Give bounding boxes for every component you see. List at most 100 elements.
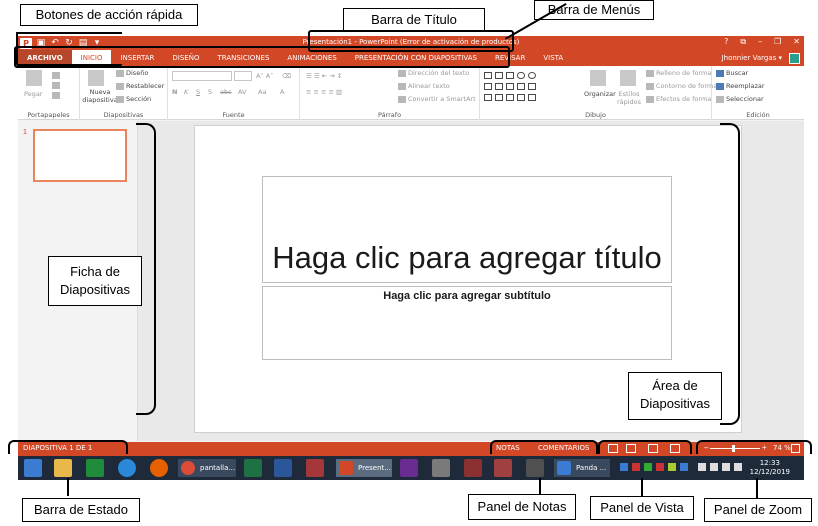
paste-icon[interactable] (26, 70, 42, 86)
app-icon[interactable] (400, 459, 418, 477)
firefox-icon[interactable] (150, 459, 168, 477)
restore-icon[interactable]: ❐ (774, 37, 781, 47)
shapes-gallery[interactable] (484, 70, 560, 104)
shape-icon[interactable] (484, 83, 492, 90)
change-case-button[interactable]: Aa (258, 88, 266, 96)
quick-styles-icon[interactable] (620, 70, 636, 86)
effects-icon (646, 95, 654, 103)
shape-icon[interactable] (517, 94, 525, 101)
thumbnail-number: 1 (23, 129, 27, 136)
quick-styles-button[interactable]: Estilos rápidos (616, 90, 642, 106)
copy-icon[interactable] (52, 82, 60, 89)
clear-format-icon[interactable]: ⌫ (282, 72, 291, 80)
tray-icon[interactable] (620, 463, 628, 471)
shadow-button[interactable]: S (208, 88, 212, 96)
font-size-input[interactable] (234, 71, 252, 81)
minimize-icon[interactable]: – (758, 37, 762, 47)
italic-button[interactable]: K (184, 88, 188, 96)
cut-icon[interactable] (52, 72, 60, 79)
spacing-button[interactable]: AV (238, 88, 246, 96)
shape-icon[interactable] (495, 83, 503, 90)
arrange-button[interactable]: Organizar (584, 90, 616, 98)
shape-icon[interactable] (528, 94, 536, 101)
layout-icon (116, 69, 124, 77)
shape-outline-button[interactable]: Contorno de forma (646, 82, 717, 90)
user-name[interactable]: Jhonnier Vargas ▾ (722, 50, 782, 66)
shape-effects-button[interactable]: Efectos de forma (646, 95, 711, 103)
battery-icon[interactable] (734, 463, 742, 471)
grow-font-icon[interactable]: A˄ A˅ (256, 72, 273, 80)
shape-icon[interactable] (495, 72, 503, 79)
shape-icon[interactable] (517, 72, 525, 79)
annotation-bracket (598, 440, 692, 454)
start-icon[interactable] (24, 459, 42, 477)
shape-icon[interactable] (528, 83, 536, 90)
tray-icon[interactable] (632, 463, 640, 471)
shape-icon[interactable] (506, 83, 514, 90)
app-icon[interactable] (494, 459, 512, 477)
smartart-button[interactable]: Convertir a SmartArt (398, 95, 476, 103)
tab-vista[interactable]: VISTA (534, 50, 572, 66)
align-text-icon (398, 82, 406, 90)
taskbar-app-powerpoint[interactable]: Present... (336, 459, 392, 477)
bold-button[interactable]: N (172, 88, 177, 96)
tray-icon[interactable] (644, 463, 652, 471)
file-explorer-icon[interactable] (54, 459, 72, 477)
tray-icon[interactable] (656, 463, 664, 471)
replace-icon (716, 82, 724, 90)
align-text-button[interactable]: Alinear texto (398, 82, 450, 90)
underline-button[interactable]: S (196, 88, 200, 96)
shape-icon[interactable] (506, 72, 514, 79)
slide-thumbnail[interactable] (33, 129, 127, 182)
tray-icon[interactable] (680, 463, 688, 471)
shape-fill-button[interactable]: Relleno de forma (646, 69, 711, 77)
shape-icon[interactable] (517, 83, 525, 90)
word-icon[interactable] (274, 459, 292, 477)
tray-icon[interactable] (668, 463, 676, 471)
clock[interactable]: 12:33 12/12/2019 (750, 459, 790, 477)
app-icon[interactable] (464, 459, 482, 477)
shape-icon[interactable] (495, 94, 503, 101)
access-icon[interactable] (306, 459, 324, 477)
taskbar-app-panda[interactable]: Panda ... (554, 459, 610, 477)
format-painter-icon[interactable] (52, 92, 60, 99)
find-button[interactable]: Buscar (716, 69, 748, 77)
section-button[interactable]: Sección (116, 95, 151, 103)
font-color-icon[interactable]: A (280, 88, 284, 96)
font-name-input[interactable] (172, 71, 232, 81)
excel-icon[interactable] (244, 459, 262, 477)
shape-icon[interactable] (528, 72, 536, 79)
layout-button[interactable]: Diseño (116, 69, 148, 77)
taskbar-app-chrome[interactable]: pantalla... (178, 459, 236, 477)
text-direction-button[interactable]: Dirección del texto (398, 69, 469, 77)
strikethrough-button[interactable]: abc (220, 88, 232, 96)
wifi-icon[interactable] (698, 463, 706, 471)
paste-button[interactable]: Pegar (24, 90, 42, 98)
new-slide-button[interactable]: Nueva diapositiva (82, 88, 118, 104)
help-icon[interactable]: ? (724, 37, 728, 47)
annotation-arrow (67, 478, 69, 496)
subtitle-placeholder[interactable]: Haga clic para agregar subtítulo (262, 286, 672, 360)
cloud-icon[interactable] (710, 463, 718, 471)
shape-icon[interactable] (484, 94, 492, 101)
avatar[interactable] (789, 53, 800, 64)
shape-icon[interactable] (484, 72, 492, 79)
annotation-bracket (8, 440, 128, 454)
title-placeholder[interactable]: Haga clic para agregar título (262, 176, 672, 283)
new-slide-icon[interactable] (88, 70, 104, 86)
arrange-icon[interactable] (590, 70, 606, 86)
group-label: Párrafo (377, 111, 402, 119)
close-icon[interactable]: ✕ (793, 37, 800, 47)
align-icon[interactable]: ≡ ≡ ≡ ≡ ▥ (306, 88, 342, 96)
bullets-icon[interactable]: ☰ ☰ ⇤ ⇥ ↕ (306, 72, 342, 80)
reset-button[interactable]: Restablecer (116, 82, 164, 90)
edge-icon[interactable] (118, 459, 136, 477)
replace-button[interactable]: Reemplazar (716, 82, 765, 90)
app-icon[interactable] (526, 459, 544, 477)
ribbon-display-icon[interactable]: ⧉ (740, 37, 746, 47)
store-icon[interactable] (86, 459, 104, 477)
volume-icon[interactable] (722, 463, 730, 471)
shape-icon[interactable] (506, 94, 514, 101)
select-button[interactable]: Seleccionar (716, 95, 764, 103)
app-icon[interactable] (432, 459, 450, 477)
